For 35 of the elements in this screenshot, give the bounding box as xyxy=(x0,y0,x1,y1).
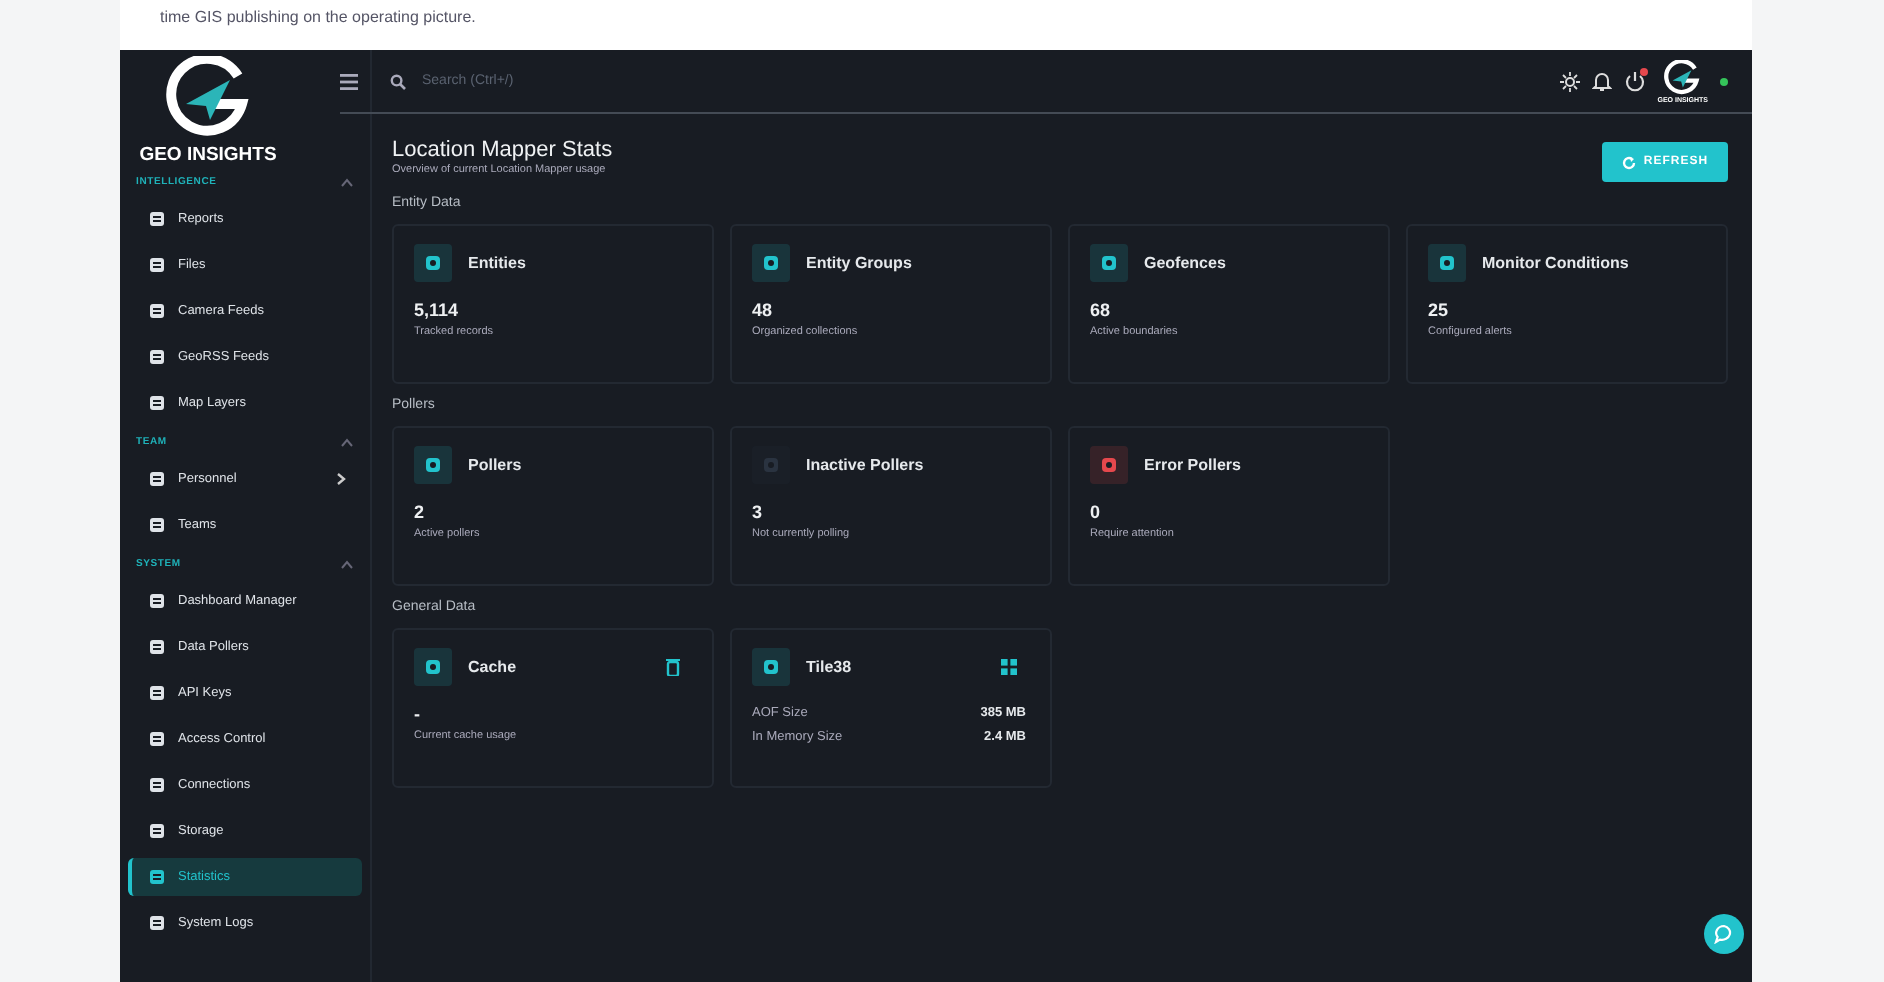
card-title: Cache xyxy=(468,658,517,676)
grid-icon[interactable] xyxy=(1000,658,1018,676)
stat-value: 3 xyxy=(752,502,765,522)
sun-icon[interactable] xyxy=(1559,71,1580,91)
stat-value: 68 xyxy=(1090,300,1113,320)
stat-value: 2 xyxy=(414,502,427,522)
bell-icon[interactable] xyxy=(1591,70,1612,92)
stat-value: 48 xyxy=(752,300,775,320)
trash-icon[interactable] xyxy=(666,658,680,676)
chat-icon xyxy=(1714,924,1734,944)
menu-icon[interactable] xyxy=(340,73,358,89)
brand-name: GEO INSIGHTS xyxy=(139,144,277,166)
caret-icon[interactable] xyxy=(340,559,354,569)
search-icon xyxy=(390,73,406,89)
chat-button[interactable] xyxy=(1704,914,1744,954)
caret-icon[interactable] xyxy=(340,177,354,187)
caption-text: time GIS publishing on the operating picture. xyxy=(158,6,478,30)
caret-icon[interactable] xyxy=(340,437,354,447)
stat-value: 0 xyxy=(1090,502,1103,522)
card-title: Pollers xyxy=(468,456,522,474)
card-title: Geofences xyxy=(1144,254,1226,272)
card-title: Monitor Conditions xyxy=(1482,254,1629,272)
stat-value: 25 xyxy=(1428,300,1451,320)
card-title: Tile38 xyxy=(806,658,852,676)
refresh-icon xyxy=(1621,155,1636,169)
power-icon[interactable] xyxy=(1623,70,1646,92)
card-title: Entity Groups xyxy=(806,254,912,272)
card-title: Inactive Pollers xyxy=(806,456,924,474)
stat-value: 5,114 xyxy=(414,300,461,320)
page-title: Location Mapper Stats xyxy=(392,138,613,162)
card-title: Error Pollers xyxy=(1144,456,1241,474)
logo-icon xyxy=(162,56,254,140)
logo-icon xyxy=(1662,59,1703,95)
stat-value: - xyxy=(414,704,422,724)
card-title: Entities xyxy=(468,254,526,272)
